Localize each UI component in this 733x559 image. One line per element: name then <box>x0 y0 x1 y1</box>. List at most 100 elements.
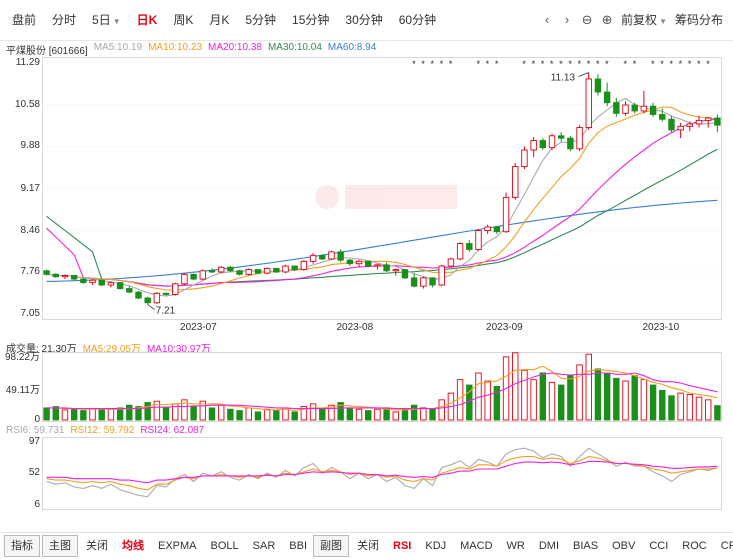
candle-up <box>282 265 289 273</box>
candle-down <box>126 288 133 293</box>
event-marker-icon[interactable]: * <box>633 59 637 69</box>
volume-bar-down <box>659 389 666 421</box>
event-marker-icon[interactable]: * <box>476 59 480 69</box>
volume-bar-down <box>319 408 326 421</box>
adjust-dropdown[interactable]: 前复权 ▼ <box>617 9 671 31</box>
event-marker-icon[interactable]: * <box>669 59 673 69</box>
tab-period-5[interactable]: 月K <box>201 9 237 31</box>
prev-arrow-icon[interactable]: ‹ <box>537 9 557 31</box>
event-marker-icon[interactable]: * <box>605 59 609 69</box>
event-marker-icon[interactable]: * <box>532 59 536 69</box>
indicator-left-1[interactable]: 主图 <box>42 535 78 557</box>
volume-bar-down <box>603 372 611 421</box>
indicator-right-0[interactable]: 副图 <box>313 535 350 557</box>
event-marker-icon[interactable]: * <box>495 59 499 69</box>
tab-period-2[interactable]: 5日 ▼ <box>84 9 129 31</box>
rsi-chart[interactable] <box>42 437 722 510</box>
volume-bar-down <box>649 384 657 421</box>
event-marker-icon[interactable]: * <box>688 59 692 69</box>
event-marker-icon[interactable]: * <box>679 59 683 69</box>
event-marker-icon[interactable]: * <box>596 59 600 69</box>
event-marker-icon[interactable]: * <box>697 59 701 69</box>
volume-bar-up <box>622 380 629 421</box>
event-marker-icon[interactable]: * <box>550 59 554 69</box>
indicator-right-5[interactable]: WR <box>501 536 531 556</box>
indicator-left-2[interactable]: 关闭 <box>80 536 114 556</box>
indicator-left-0[interactable]: 指标 <box>4 535 40 557</box>
tab-period-7[interactable]: 15分钟 <box>284 9 337 31</box>
rsi-tick-label: 52 <box>28 467 40 479</box>
candle-down <box>98 279 105 286</box>
event-marker-icon[interactable]: * <box>568 59 572 69</box>
event-marker-icon[interactable]: * <box>651 59 655 69</box>
low-pointer <box>147 304 155 310</box>
date-tick-label: 2023-09 <box>486 322 523 333</box>
tab-label: 周K <box>173 13 194 27</box>
volume-bar-up <box>530 379 537 421</box>
rsi-tick-label: 97 <box>28 436 40 447</box>
indicator-left-4[interactable]: EXPMA <box>152 536 203 556</box>
volume-bar-up <box>392 411 399 421</box>
indicator-right-8[interactable]: OBV <box>606 536 641 556</box>
event-marker-icon[interactable]: * <box>486 59 490 69</box>
event-marker-icon[interactable]: * <box>706 59 710 69</box>
indicator-right-7[interactable]: BIAS <box>567 536 604 556</box>
event-marker-icon[interactable]: * <box>449 59 453 69</box>
event-marker-icon[interactable]: * <box>624 59 628 69</box>
price-tick-label: 9.17 <box>20 182 40 194</box>
price-chart[interactable]: 11.13 7.21 * * * * * * * * * * * * * * * * * * * * * * * * * * * <box>42 57 722 320</box>
event-marker-icon[interactable]: * <box>412 59 416 69</box>
volume-bar-down <box>98 409 105 421</box>
chip-distribution-button[interactable]: 筹码分布 <box>671 9 727 31</box>
volume-bar-down <box>346 407 354 421</box>
period-tabs: 盘前 分时 5日 ▼ 日K 周K 月K 5分钟 15分钟 30分钟 60分钟 <box>0 9 444 31</box>
tab-period-9[interactable]: 60分钟 <box>391 9 444 31</box>
indicator-left-7[interactable]: BBI <box>283 536 313 556</box>
candle-down <box>70 275 78 280</box>
event-marker-icon[interactable]: * <box>440 59 444 69</box>
indicator-right-2[interactable]: RSI <box>387 536 417 556</box>
event-marker-icon[interactable]: * <box>578 59 582 69</box>
volume-bar-up <box>309 403 317 421</box>
event-marker-icon[interactable]: * <box>541 59 545 69</box>
candle-up <box>420 277 427 287</box>
candle-up <box>686 123 694 127</box>
event-marker-icon[interactable]: * <box>559 59 563 69</box>
tab-period-1[interactable]: 分时 <box>44 9 84 31</box>
event-marker-icon[interactable]: * <box>421 59 425 69</box>
tab-period-6[interactable]: 5分钟 <box>237 9 284 31</box>
indicator-left-3[interactable]: 均线 <box>116 536 150 556</box>
tab-period-8[interactable]: 30分钟 <box>337 9 390 31</box>
event-marker-icon[interactable]: * <box>587 59 591 69</box>
volume-bar-down <box>80 410 87 421</box>
indicator-right-9[interactable]: CCI <box>643 536 674 556</box>
candle-down <box>714 117 721 126</box>
tab-period-0[interactable]: 盘前 <box>4 9 44 31</box>
zoom-out-icon[interactable]: ⊖ <box>577 9 597 31</box>
indicator-right-11[interactable]: CR <box>715 536 733 556</box>
event-marker-icon[interactable]: * <box>431 59 435 69</box>
volume-tick-label: 0 <box>34 414 40 425</box>
candle-down <box>319 254 326 260</box>
indicator-right-3[interactable]: KDJ <box>419 536 452 556</box>
volume-chart[interactable] <box>42 352 722 422</box>
ma20-value: MA20:10.38 <box>208 42 262 53</box>
indicator-right-10[interactable]: ROC <box>676 536 712 556</box>
indicator-right-1[interactable]: 关闭 <box>351 536 385 556</box>
next-arrow-icon[interactable]: › <box>557 9 577 31</box>
zoom-in-icon[interactable]: ⊕ <box>597 9 617 31</box>
candle-down <box>80 278 87 284</box>
rsi-tick-label: 6 <box>34 499 40 510</box>
indicator-right-4[interactable]: MACD <box>454 536 498 556</box>
event-marker-icon[interactable]: * <box>522 59 526 69</box>
indicator-left-6[interactable]: SAR <box>247 536 282 556</box>
candle-up <box>392 269 399 272</box>
indicator-left-5[interactable]: BOLL <box>205 536 245 556</box>
tab-period-4[interactable]: 周K <box>165 9 201 31</box>
tab-label: 日K <box>136 13 158 27</box>
candle-down <box>291 265 298 271</box>
volume-bar-down <box>539 372 547 421</box>
indicator-right-6[interactable]: DMI <box>533 536 565 556</box>
event-marker-icon[interactable]: * <box>660 59 664 69</box>
tab-period-3[interactable]: 日K <box>129 9 166 31</box>
